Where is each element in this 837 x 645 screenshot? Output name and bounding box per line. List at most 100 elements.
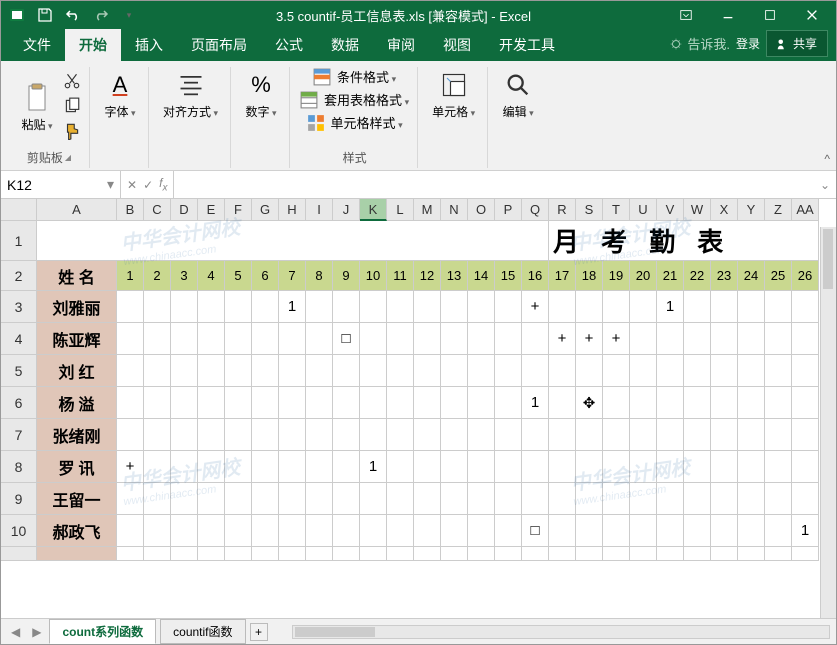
attendance-cell[interactable] (603, 387, 630, 419)
col-header[interactable]: I (306, 199, 333, 221)
col-header[interactable]: Y (738, 199, 765, 221)
col-header[interactable]: S (576, 199, 603, 221)
attendance-cell[interactable] (144, 451, 171, 483)
undo-icon[interactable] (63, 5, 83, 25)
attendance-cell[interactable] (630, 515, 657, 547)
cell-styles[interactable]: 单元格样式 (307, 113, 403, 132)
attendance-cell[interactable] (549, 291, 576, 323)
attendance-cell[interactable] (333, 515, 360, 547)
attendance-cell[interactable]: + (576, 323, 603, 355)
attendance-cell[interactable]: □ (333, 323, 360, 355)
attendance-cell[interactable] (306, 451, 333, 483)
attendance-cell[interactable] (657, 323, 684, 355)
attendance-cell[interactable] (603, 483, 630, 515)
attendance-cell[interactable] (603, 291, 630, 323)
attendance-cell[interactable] (117, 387, 144, 419)
attendance-cell[interactable] (765, 355, 792, 387)
vertical-scrollbar[interactable] (820, 227, 836, 618)
attendance-cell[interactable] (657, 387, 684, 419)
attendance-cell[interactable] (144, 515, 171, 547)
attendance-cell[interactable] (414, 323, 441, 355)
attendance-cell[interactable] (117, 323, 144, 355)
sheet-nav-prev-icon[interactable]: ◀ (7, 625, 24, 639)
attendance-cell[interactable] (765, 387, 792, 419)
attendance-cell[interactable] (306, 355, 333, 387)
attendance-cell[interactable] (711, 515, 738, 547)
attendance-cell[interactable] (468, 323, 495, 355)
col-header[interactable]: C (144, 199, 171, 221)
attendance-cell[interactable] (684, 355, 711, 387)
attendance-cell[interactable] (765, 451, 792, 483)
attendance-cell[interactable] (252, 515, 279, 547)
attendance-cell[interactable] (738, 355, 765, 387)
attendance-cell[interactable] (522, 451, 549, 483)
attendance-cell[interactable] (684, 323, 711, 355)
attendance-cell[interactable] (630, 483, 657, 515)
attendance-cell[interactable] (171, 451, 198, 483)
attendance-cell[interactable] (414, 483, 441, 515)
attendance-cell[interactable] (576, 355, 603, 387)
attendance-cell[interactable]: 1 (360, 451, 387, 483)
tab-view[interactable]: 视图 (429, 29, 485, 61)
tab-page-layout[interactable]: 页面布局 (177, 29, 261, 61)
attendance-cell[interactable] (738, 387, 765, 419)
attendance-cell[interactable] (711, 419, 738, 451)
attendance-cell[interactable] (630, 355, 657, 387)
attendance-cell[interactable] (603, 355, 630, 387)
attendance-cell[interactable] (198, 515, 225, 547)
attendance-cell[interactable] (279, 483, 306, 515)
attendance-cell[interactable] (441, 483, 468, 515)
save-icon[interactable] (35, 5, 55, 25)
col-header[interactable]: N (441, 199, 468, 221)
attendance-cell[interactable] (684, 483, 711, 515)
name-box[interactable]: K12▾ (1, 171, 121, 198)
attendance-cell[interactable] (765, 291, 792, 323)
attendance-cell[interactable] (387, 419, 414, 451)
col-header[interactable]: E (198, 199, 225, 221)
col-header[interactable]: R (549, 199, 576, 221)
attendance-cell[interactable] (306, 387, 333, 419)
attendance-cell[interactable] (603, 419, 630, 451)
attendance-cell[interactable] (522, 483, 549, 515)
attendance-cell[interactable] (225, 291, 252, 323)
number-group-btn[interactable]: % 数字 (241, 67, 281, 150)
attendance-cell[interactable] (495, 355, 522, 387)
attendance-cell[interactable] (657, 483, 684, 515)
attendance-cell[interactable] (252, 323, 279, 355)
attendance-cell[interactable] (468, 291, 495, 323)
attendance-cell[interactable] (252, 419, 279, 451)
attendance-cell[interactable] (495, 323, 522, 355)
horizontal-scrollbar[interactable] (292, 625, 831, 639)
attendance-cell[interactable] (468, 355, 495, 387)
attendance-cell[interactable] (765, 419, 792, 451)
attendance-cell[interactable] (468, 387, 495, 419)
attendance-cell[interactable] (495, 515, 522, 547)
worksheet[interactable]: ABCDEFGHIJKLMNOPQRSTUVWXYZAA1月 考 勤 表2姓 名… (1, 199, 836, 618)
attendance-cell[interactable] (414, 515, 441, 547)
attendance-cell[interactable] (603, 451, 630, 483)
col-header[interactable]: G (252, 199, 279, 221)
col-header[interactable]: B (117, 199, 144, 221)
attendance-cell[interactable] (360, 515, 387, 547)
attendance-cell[interactable] (468, 419, 495, 451)
attendance-cell[interactable] (684, 419, 711, 451)
attendance-cell[interactable] (792, 323, 819, 355)
ribbon-options-icon[interactable] (668, 3, 704, 27)
col-header[interactable]: L (387, 199, 414, 221)
attendance-cell[interactable] (225, 323, 252, 355)
attendance-cell[interactable] (711, 451, 738, 483)
attendance-cell[interactable] (495, 387, 522, 419)
attendance-cell[interactable] (225, 355, 252, 387)
cells-group-btn[interactable]: 单元格 (428, 67, 479, 150)
attendance-cell[interactable] (657, 451, 684, 483)
attendance-cell[interactable] (630, 451, 657, 483)
sheet-tab[interactable]: countif函数 (160, 619, 245, 644)
attendance-cell[interactable] (171, 387, 198, 419)
attendance-cell[interactable] (576, 291, 603, 323)
attendance-cell[interactable] (225, 451, 252, 483)
attendance-cell[interactable] (711, 323, 738, 355)
attendance-cell[interactable] (252, 291, 279, 323)
attendance-cell[interactable] (225, 419, 252, 451)
attendance-cell[interactable] (684, 291, 711, 323)
sign-in[interactable]: 登录 (736, 35, 760, 52)
